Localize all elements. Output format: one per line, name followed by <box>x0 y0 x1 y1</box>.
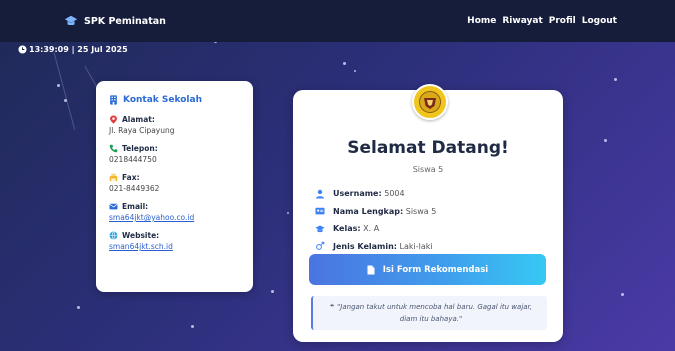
school-emblem-icon <box>419 91 441 113</box>
website-link[interactable]: sman64jkt.sch.id <box>109 242 239 251</box>
info-row-gender: Jenis Kelamin: Laki-laki <box>315 238 436 256</box>
background-star <box>287 212 289 214</box>
info-value: X. A <box>363 224 380 234</box>
contact-item-phone: Telepon: 0218444750 <box>109 144 239 164</box>
email-icon <box>109 203 118 210</box>
background-star <box>57 84 60 87</box>
contact-value: 021-8449362 <box>109 184 160 193</box>
contact-item-fax: Fax: 021-8449362 <box>109 173 239 193</box>
info-row-class: Kelas: X. A <box>315 220 436 238</box>
background-star <box>343 62 346 65</box>
contact-label: Fax: <box>122 173 140 182</box>
info-label: Nama Lengkap: <box>333 206 404 216</box>
contact-item-address: Alamat: Jl. Raya Cipayung <box>109 115 239 135</box>
contact-title: Kontak Sekolah <box>109 95 239 105</box>
graduation-cap-icon <box>64 15 78 26</box>
contact-label: Email: <box>122 202 149 211</box>
contact-label: Alamat: <box>122 115 155 124</box>
graduation-cap-icon <box>315 225 325 232</box>
clock-text: 13:39:09 | 25 Jul 2025 <box>29 45 128 54</box>
fax-icon <box>109 173 118 182</box>
globe-icon <box>109 231 118 240</box>
user-icon <box>316 189 324 199</box>
quote-text: "Jangan takut untuk mencoba hal baru. Ga… <box>337 303 533 323</box>
school-logo <box>412 84 448 120</box>
user-info: Username: 5004 Nama Lengkap: Siswa 5 Kel… <box>315 185 436 255</box>
background-star <box>77 306 80 309</box>
background-line <box>53 52 76 130</box>
info-label: Jenis Kelamin: <box>333 241 397 251</box>
clock-icon <box>18 45 27 54</box>
id-card-icon <box>315 208 325 215</box>
building-icon <box>110 95 117 105</box>
fill-recommendation-form-button[interactable]: Isi Form Rekomendasi <box>309 254 546 285</box>
welcome-card: Selamat Datang! Siswa 5 Username: 5004 N… <box>293 84 563 342</box>
contact-value: Jl. Raya Cipayung <box>109 126 175 135</box>
document-icon <box>367 265 375 274</box>
phone-icon <box>109 144 118 153</box>
contact-label: Telepon: <box>122 144 158 153</box>
motivational-quote: ❝ "Jangan takut untuk mencoba hal baru. G… <box>311 296 547 330</box>
info-value: Siswa 5 <box>405 206 437 216</box>
gender-icon <box>316 241 325 251</box>
info-label: Username: <box>333 189 382 199</box>
nav-logout[interactable]: Logout <box>582 16 617 26</box>
clock: 13:39:09 | 25 Jul 2025 <box>18 45 128 54</box>
background-star <box>191 325 194 328</box>
nav-profil[interactable]: Profil <box>549 16 576 26</box>
background-star <box>271 290 274 293</box>
quote-icon: ❝ <box>329 303 335 311</box>
brand[interactable]: SPK Peminatan <box>64 14 166 28</box>
nav-riwayat[interactable]: Riwayat <box>502 16 542 26</box>
info-row-username: Username: 5004 <box>315 185 436 203</box>
navbar: SPK Peminatan Home Riwayat Profil Logout <box>0 0 675 42</box>
contact-label: Website: <box>122 231 160 240</box>
brand-label: SPK Peminatan <box>84 15 166 27</box>
info-label: Kelas: <box>333 224 361 234</box>
background-star <box>604 139 607 142</box>
info-row-fullname: Nama Lengkap: Siswa 5 <box>315 203 436 221</box>
contact-value: 0218444750 <box>109 155 157 164</box>
button-label: Isi Form Rekomendasi <box>382 264 489 275</box>
user-role: Siswa 5 <box>412 165 444 174</box>
welcome-title: Selamat Datang! <box>347 138 509 158</box>
nav-home[interactable]: Home <box>467 16 496 26</box>
contact-item-email: Email: sma64jkt@yahoo.co.id <box>109 202 239 222</box>
background-star <box>64 99 67 102</box>
info-value: 5004 <box>384 189 405 199</box>
nav-menu: Home Riwayat Profil Logout <box>467 16 617 26</box>
info-value: Laki-laki <box>399 241 433 251</box>
contact-item-website: Website: sman64jkt.sch.id <box>109 231 239 251</box>
contact-title-label: Kontak Sekolah <box>123 95 202 105</box>
location-icon <box>110 115 117 124</box>
contact-card: Kontak Sekolah Alamat: Jl. Raya Cipayung… <box>96 81 253 292</box>
background-star <box>621 293 624 296</box>
email-link[interactable]: sma64jkt@yahoo.co.id <box>109 213 239 222</box>
background-star <box>614 78 617 81</box>
background-star <box>354 70 356 72</box>
